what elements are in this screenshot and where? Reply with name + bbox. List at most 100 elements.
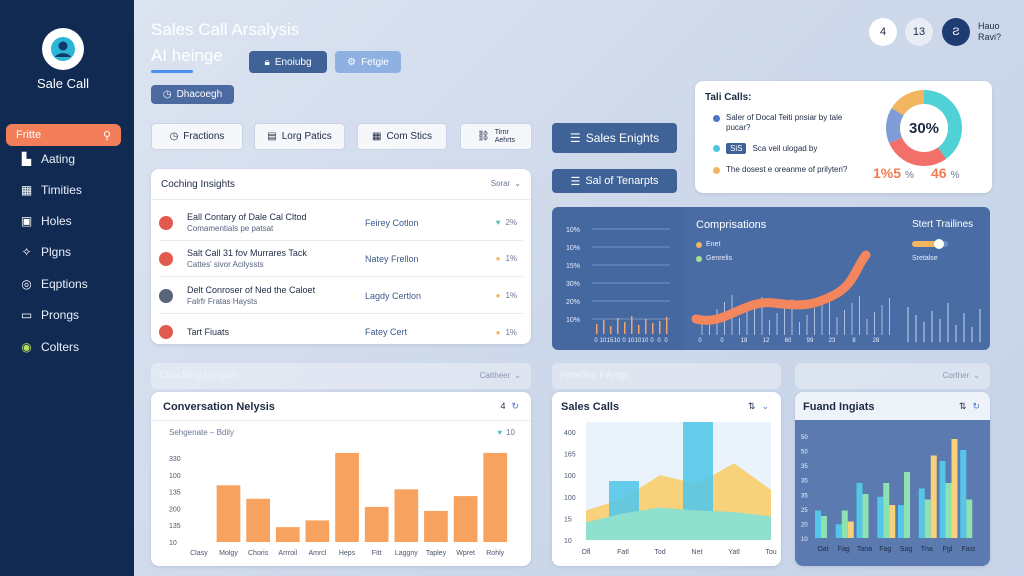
sidebar-item-label: Holes	[41, 214, 72, 228]
spike-bar	[603, 320, 605, 334]
y-tick-label: 330	[169, 456, 181, 463]
row-subtitle: Cattes' sivor Acilyssts	[187, 259, 264, 269]
y-tick-label: 10%	[566, 245, 580, 252]
bar	[960, 450, 967, 538]
x-tick-label: Fag	[879, 546, 891, 553]
coaching-strip-dropdown[interactable]: Cattheer ⌄	[480, 371, 521, 380]
cortler-label: Corther	[942, 371, 970, 380]
secondary-button-label: Fetgie	[361, 56, 389, 68]
trailines-spikes	[907, 303, 981, 342]
x-tick-label: 18	[741, 338, 748, 344]
sidebar-item-active[interactable]: Fritte ⚲	[6, 124, 121, 146]
table-row[interactable]: Eall Contary of Dale Cal Cltod Comamentia…	[159, 205, 523, 241]
y-tick-label: 10%	[566, 317, 580, 324]
y-tick-label: 20	[801, 522, 808, 528]
row-percent: 1%	[505, 254, 517, 263]
sal-of-tenarpts-button[interactable]: ☰ Sal of Tenarpts	[552, 169, 677, 193]
spike-bar	[638, 325, 640, 334]
x-tick-label: 0	[622, 338, 626, 344]
row-subtitle: Falrfr Fratas Haysts	[187, 296, 258, 306]
sidebar-item-aating[interactable]: ▙ Aating	[20, 150, 75, 168]
y-tick-label: 20%	[566, 299, 580, 306]
fractions-button[interactable]: ◷ Fractions	[151, 123, 243, 150]
tali-badge: SiS	[726, 143, 747, 154]
app-logo[interactable]	[42, 28, 84, 70]
x-tick-label: 28	[873, 338, 880, 344]
notification-button[interactable]: 4	[869, 18, 897, 46]
bar	[483, 452, 508, 542]
spike-bar	[624, 322, 626, 334]
table-row[interactable]: Tart Fiuats Fatey Cert ● 1%	[159, 314, 523, 350]
row-text: Tart Fiuats	[187, 327, 365, 338]
donut-label: 30%	[909, 120, 939, 137]
secondary-button[interactable]: ⚙ Fetgie	[335, 51, 401, 73]
coaching-strip: Coaching Insights Cattheer ⌄	[151, 363, 531, 389]
stat-right-unit: %	[950, 170, 960, 181]
x-tick-label: Fag	[838, 546, 850, 553]
x-tick-label: Amrcl	[308, 550, 326, 557]
com-stics-label: Com Stics	[386, 131, 432, 142]
x-tick-label: Ofl	[582, 549, 591, 556]
y-tick-label: 200	[169, 506, 181, 513]
row-percent: 2%	[505, 218, 517, 227]
bar	[335, 452, 359, 542]
avatar	[159, 288, 173, 303]
sidebar-item-label: Eqptions	[41, 277, 88, 291]
user-menu[interactable]: Hauo Ravi?	[978, 21, 1001, 43]
table-row[interactable]: Delt Conroser of Ned the Caloet Falrfr Fr…	[159, 278, 523, 314]
bar	[889, 505, 896, 538]
user-initial: Ƨ	[952, 26, 960, 38]
bar	[951, 439, 958, 538]
fuand-ingiats-chart: 50 50 35 35 35 25 20 10 Oat Fag Tana Fag Sag Tna Fgl Fa…	[801, 435, 975, 553]
user-avatar[interactable]: Ƨ	[942, 18, 970, 46]
row-owner: Natey Frellon	[365, 253, 419, 264]
sort-label: Sorar	[490, 179, 511, 188]
sort-dropdown[interactable]: Sorar ⌄	[491, 179, 521, 188]
x-tick-label: Wpret	[456, 550, 475, 557]
sidebar-item-colters[interactable]: ◉ Colters	[20, 338, 79, 356]
bar	[856, 483, 863, 538]
bar	[877, 496, 884, 538]
filter-button[interactable]: ◷ Dhacoegh	[151, 85, 234, 104]
bar	[216, 485, 241, 542]
spike-bar	[596, 324, 598, 334]
sidebar-item-label: Prongs	[41, 308, 80, 322]
y-tick-label: 35	[801, 464, 808, 470]
sidebar-item-eqptions[interactable]: ◎ Eqptions	[20, 275, 88, 293]
table-row[interactable]: Salt Call 31 fov Murrares Tack Cattes' si…	[159, 241, 523, 277]
bar	[821, 516, 827, 538]
y-tick-label: 30%	[566, 281, 580, 288]
sidebar-item-prongs[interactable]: ▭ Prongs	[20, 306, 79, 324]
thru-button[interactable]: ⛓ Tirnr Aehrts	[460, 123, 532, 150]
sales-enights-button[interactable]: ☰ Sales Enights	[552, 123, 677, 153]
cortler-dropdown[interactable]: Corther ⌄	[943, 371, 980, 380]
bar	[918, 488, 925, 538]
document-icon: ▤	[267, 131, 277, 142]
comparisons-card: Comprisations Enet Genrelis 0 0 18 12 60 99 23…	[684, 207, 900, 350]
pending-strip-label: Pending Filyrgs	[560, 370, 629, 381]
sidebar-item-timities[interactable]: ▦ Timities	[20, 181, 82, 199]
sidebar-item-holes[interactable]: ▣ Holes	[20, 212, 72, 230]
message-button[interactable]: 13	[905, 18, 933, 46]
bar	[453, 496, 478, 542]
primary-button-label: Enoiubg	[274, 56, 312, 68]
status-icon: ♥	[495, 218, 501, 227]
x-tick-label: 10	[614, 338, 621, 344]
bullet-icon	[713, 145, 720, 152]
bar	[904, 472, 910, 538]
bar	[305, 520, 330, 542]
row-title: Salt Call 31 fov Murrares Tack	[187, 247, 307, 258]
x-tick-label: 0	[657, 338, 661, 344]
x-tick-label: 60	[785, 338, 792, 344]
spike-bar	[652, 323, 654, 334]
y-tick-label: 135	[169, 523, 181, 530]
thru-label-1: Tirnr	[494, 128, 509, 136]
sidebar-item-plgns[interactable]: ✧ Plgns	[20, 243, 71, 261]
x-tick-label: 0	[650, 338, 654, 344]
clock-icon: ◷	[169, 131, 179, 142]
long-paties-button[interactable]: ▤ Lorg Patics	[254, 123, 345, 150]
primary-button[interactable]: 🔒︎ Enoiubg	[249, 51, 327, 73]
lock-icon: 🔒︎	[264, 56, 270, 68]
com-stics-button[interactable]: ▦ Com Stics	[357, 123, 447, 150]
tali-item-2: SiS Sca veil ulogad by	[713, 143, 853, 154]
